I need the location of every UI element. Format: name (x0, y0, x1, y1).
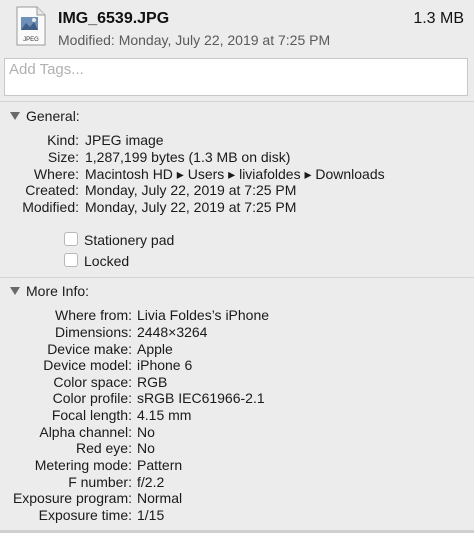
row-value: JPEG image (85, 132, 164, 148)
row-label: Exposure time: (38, 507, 132, 523)
info-row-kind: Kind: JPEG image (0, 132, 474, 149)
tags-input[interactable]: Add Tags... (4, 58, 468, 96)
info-row-where: Where: Macintosh HD ▸ Users ▸ liviafolde… (0, 166, 474, 183)
info-row-device-model: Device model: iPhone 6 (0, 357, 474, 374)
info-row-color-space: Color space: RGB (0, 374, 474, 391)
row-value: Normal (137, 490, 183, 506)
general-section-title: General: (26, 108, 80, 124)
stationery-pad-label: Stationery pad (84, 232, 175, 248)
row-label: Alpha channel: (39, 424, 132, 440)
more-info-section-toggle[interactable]: More Info: (10, 283, 89, 299)
row-label: Dimensions: (54, 324, 132, 340)
disclosure-triangle-icon (10, 112, 20, 120)
row-label: Metering mode: (34, 457, 132, 473)
row-label: Modified: (22, 199, 79, 215)
file-modified-date: Modified: Monday, July 22, 2019 at 7:25 … (58, 32, 331, 48)
row-value: Livia Foldes’s iPhone (137, 307, 270, 323)
row-label: Red eye: (75, 440, 132, 456)
locked-label: Locked (84, 253, 130, 269)
row-value: Pattern (137, 457, 183, 473)
row-value: 1/15 (137, 507, 165, 523)
file-header: JPEG IMG_6539.JPG 1.3 MB Modified: Monda… (0, 0, 474, 54)
row-value: No (137, 440, 155, 456)
row-label: Where: (33, 166, 79, 182)
checkbox-box[interactable] (64, 253, 78, 267)
general-section-toggle[interactable]: General: (10, 108, 80, 124)
info-row-alpha-channel: Alpha channel: No (0, 424, 474, 441)
row-value: f/2.2 (137, 474, 165, 490)
info-row-focal-length: Focal length: 4.15 mm (0, 407, 474, 424)
row-label: Created: (25, 182, 79, 198)
info-row-metering-mode: Metering mode: Pattern (0, 457, 474, 474)
row-value: Monday, July 22, 2019 at 7:25 PM (85, 182, 297, 198)
row-label: Size: (47, 149, 79, 165)
file-icon-label: JPEG (23, 37, 39, 43)
row-label: Device model: (43, 357, 132, 373)
row-value: sRGB IEC61966-2.1 (137, 390, 265, 406)
row-label: Kind: (47, 132, 79, 148)
row-label: Focal length: (51, 407, 132, 423)
row-value: 2448×3264 (137, 324, 208, 340)
info-row-modified: Modified: Monday, July 22, 2019 at 7:25 … (0, 199, 474, 216)
row-value: Apple (137, 341, 173, 357)
row-value: No (137, 424, 155, 440)
row-label: Color profile: (52, 390, 132, 406)
info-row-exposure-program: Exposure program: Normal (0, 490, 474, 507)
info-row-exposure-time: Exposure time: 1/15 (0, 507, 474, 524)
checkbox-box[interactable] (64, 232, 78, 246)
info-row-size: Size: 1,287,199 bytes (1.3 MB on disk) (0, 149, 474, 166)
info-row-dimensions: Dimensions: 2448×3264 (0, 324, 474, 341)
file-name: IMG_6539.JPG (58, 10, 170, 27)
disclosure-triangle-icon (10, 287, 20, 295)
divider (0, 277, 474, 278)
info-row-device-make: Device make: Apple (0, 341, 474, 358)
tags-placeholder: Add Tags... (9, 61, 84, 78)
row-label: Exposure program: (12, 490, 132, 506)
divider (0, 101, 474, 102)
row-value: Monday, July 22, 2019 at 7:25 PM (85, 199, 297, 215)
info-row-created: Created: Monday, July 22, 2019 at 7:25 P… (0, 182, 474, 199)
info-row-where-from: Where from: Livia Foldes’s iPhone (0, 307, 474, 324)
info-row-red-eye: Red eye: No (0, 440, 474, 457)
row-value: Macintosh HD ▸ Users ▸ liviafoldes ▸ Dow… (85, 166, 385, 182)
more-info-section-title: More Info: (26, 283, 90, 299)
file-size: 1.3 MB (413, 10, 464, 27)
row-label: Device make: (47, 341, 132, 357)
row-label: F number: (68, 474, 132, 490)
row-value: 1,287,199 bytes (1.3 MB on disk) (85, 149, 291, 165)
row-value: RGB (137, 374, 168, 390)
info-row-f-number: F number: f/2.2 (0, 474, 474, 491)
row-label: Color space: (53, 374, 132, 390)
row-value: iPhone 6 (137, 357, 193, 373)
row-label: Where from: (54, 307, 132, 323)
info-row-color-profile: Color profile: sRGB IEC61966-2.1 (0, 390, 474, 407)
jpeg-file-icon: JPEG (16, 6, 46, 46)
row-value: 4.15 mm (137, 407, 192, 423)
